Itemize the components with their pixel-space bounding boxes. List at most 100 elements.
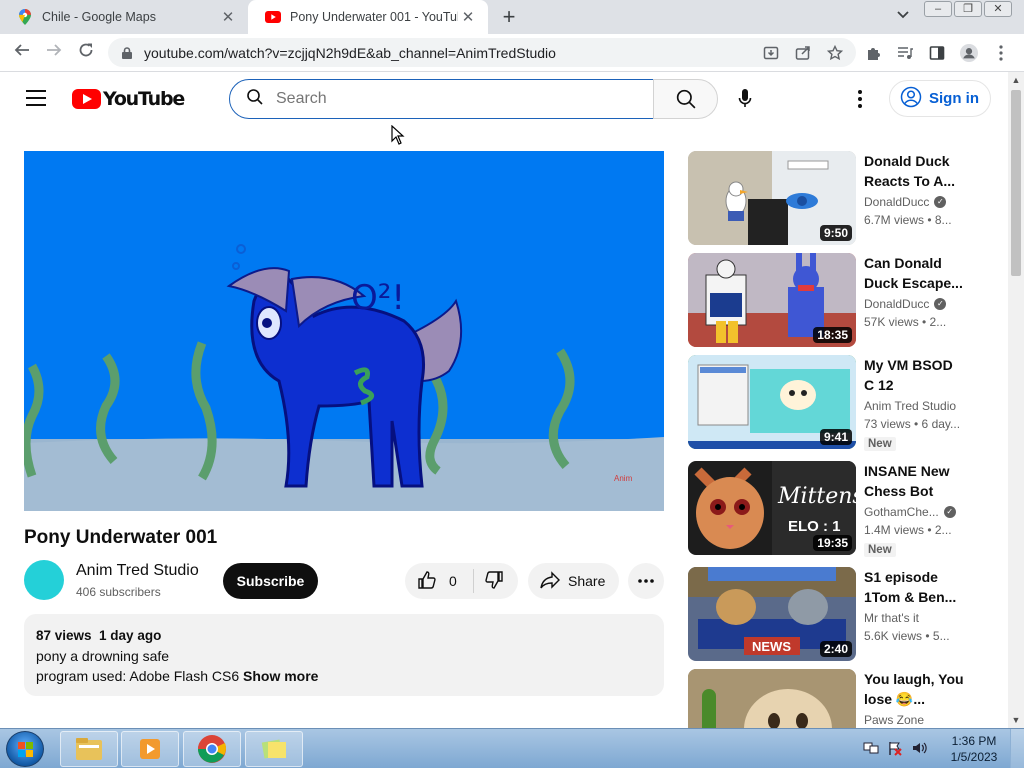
recommended-title[interactable]: Can Donald Duck Escape... (864, 253, 966, 293)
back-arrow-icon[interactable] (11, 42, 33, 62)
voice-search-microphone-icon[interactable] (729, 83, 761, 115)
recommended-channel[interactable]: Mr that's it (864, 611, 919, 625)
recommended-channel[interactable]: DonaldDucc ✓ (864, 297, 947, 311)
divider (472, 569, 474, 593)
video-thumbnail[interactable]: NEWS 2:40 (688, 567, 856, 661)
video-thumbnail[interactable]: Mittens ELO : 1 19:35 (688, 461, 856, 555)
video-frame-pony-underwater: Anim O²! (24, 151, 664, 511)
side-panel-icon[interactable] (928, 44, 946, 62)
action-center-flag-icon[interactable] (886, 739, 904, 757)
search-input[interactable] (276, 90, 616, 108)
search-box[interactable] (229, 79, 654, 119)
recommended-video[interactable]: You laugh, You lose 😂... Paws Zone (688, 669, 978, 728)
search-icon (246, 88, 264, 111)
thumbnail-text: Mittens (777, 484, 856, 509)
extensions-puzzle-icon[interactable] (864, 44, 882, 62)
recommended-meta: 6.7M views • 8... (864, 213, 952, 227)
channel-name-link[interactable]: Anim Tred Studio (76, 562, 199, 580)
share-page-icon[interactable] (794, 44, 812, 62)
tab-search-icon[interactable] (897, 8, 909, 22)
channel-name: GothamChe... (864, 505, 939, 519)
recommended-channel[interactable]: Anim Tred Studio (864, 399, 956, 413)
new-badge: New (864, 543, 896, 557)
settings-more-icon[interactable] (852, 87, 868, 111)
description-box[interactable]: 87 views 1 day ago pony a drowning safe … (24, 614, 664, 696)
video-player[interactable]: Anim O²! (24, 151, 664, 511)
channel-name: DonaldDucc (864, 195, 930, 209)
address-bar[interactable]: youtube.com/watch?v=zcjjqN2h9dE&ab_chann… (108, 38, 856, 67)
share-arrow-icon (540, 570, 560, 592)
volume-speaker-icon[interactable] (910, 739, 928, 757)
scrollbar-thumb[interactable] (1011, 90, 1021, 276)
start-button[interactable] (6, 731, 44, 767)
more-actions-button[interactable] (628, 563, 664, 599)
recommended-channel[interactable]: Paws Zone (864, 713, 924, 727)
like-count: 0 (449, 573, 457, 589)
subscriber-count: 406 subscribers (76, 585, 161, 599)
forward-arrow-icon[interactable] (43, 42, 65, 62)
media-queue-icon[interactable] (896, 44, 914, 62)
dislike-button[interactable] (484, 570, 504, 593)
system-clock[interactable]: 1:36 PM 1/5/2023 (946, 733, 1002, 765)
network-icon[interactable] (862, 739, 880, 757)
new-badge: New (864, 437, 896, 451)
recommended-title[interactable]: Donald Duck Reacts To A... (864, 151, 966, 191)
minimize-button[interactable]: – (924, 1, 952, 17)
video-thumbnail[interactable]: 9:50 (688, 151, 856, 245)
bookmark-star-icon[interactable] (826, 44, 844, 62)
scroll-up-arrow-icon[interactable]: ▲ (1008, 72, 1024, 88)
search-button[interactable] (653, 79, 718, 119)
close-window-button[interactable]: ✕ (984, 1, 1012, 17)
profile-avatar-icon[interactable] (960, 44, 978, 62)
recommended-video[interactable]: 9:41 My VM BSOD C 12 Anim Tred Studio 73… (688, 355, 978, 451)
scroll-down-arrow-icon[interactable]: ▼ (1008, 712, 1024, 728)
media-player-icon (140, 739, 160, 759)
verified-check-icon: ✓ (943, 506, 956, 518)
youtube-logo[interactable]: YouTube (72, 88, 185, 110)
recommended-title[interactable]: My VM BSOD C 12 (864, 355, 966, 395)
google-maps-icon (17, 9, 33, 25)
taskbar-file-explorer[interactable] (60, 731, 118, 767)
maximize-button[interactable]: ❐ (954, 1, 982, 17)
video-thumbnail[interactable]: 18:35 (688, 253, 856, 347)
tab-youtube[interactable]: Pony Underwater 001 - YouTube ✕ (248, 0, 488, 34)
subscribe-button[interactable]: Subscribe (223, 563, 318, 599)
recommended-channel[interactable]: DonaldDucc ✓ (864, 195, 947, 209)
recommended-video[interactable]: NEWS 2:40 S1 episode 1Tom & Ben... Mr th… (688, 567, 978, 663)
close-tab-icon[interactable]: ✕ (458, 8, 478, 26)
video-title: Pony Underwater 001 (24, 527, 218, 548)
recommended-channel[interactable]: GothamChe... ✓ (864, 505, 956, 519)
clock-date: 1/5/2023 (950, 750, 998, 764)
channel-name: Mr that's it (864, 611, 919, 625)
like-button[interactable] (417, 570, 437, 593)
chrome-menu-icon[interactable] (992, 44, 1010, 62)
reload-icon[interactable] (75, 42, 97, 62)
close-tab-icon[interactable]: ✕ (218, 8, 238, 26)
recommended-video[interactable]: 9:50 Donald Duck Reacts To A... DonaldDu… (688, 151, 978, 247)
recommended-meta: 5.6K views • 5... (864, 629, 950, 643)
taskbar-chrome[interactable] (183, 731, 241, 767)
windows-taskbar: 1:36 PM 1/5/2023 (0, 728, 1024, 768)
tab-google-maps[interactable]: Chile - Google Maps ✕ (0, 0, 248, 34)
show-desktop-button[interactable] (1010, 729, 1024, 768)
recommended-title[interactable]: You laugh, You lose 😂... (864, 669, 966, 709)
video-thumbnail[interactable] (688, 669, 856, 728)
new-tab-button[interactable]: + (498, 5, 520, 29)
recommended-video[interactable]: 18:35 Can Donald Duck Escape... DonaldDu… (688, 253, 978, 349)
youtube-play-logo-icon (72, 89, 101, 109)
taskbar-sticky-notes[interactable] (245, 731, 303, 767)
page-scrollbar[interactable]: ▲ ▼ (1008, 72, 1024, 728)
lock-icon[interactable] (120, 46, 134, 59)
share-button[interactable]: Share (528, 563, 619, 599)
taskbar-media-player[interactable] (121, 731, 179, 767)
recommended-title[interactable]: S1 episode 1Tom & Ben... (864, 567, 966, 607)
video-thumbnail[interactable]: 9:41 (688, 355, 856, 449)
video-duration: 2:40 (819, 641, 852, 657)
channel-avatar[interactable] (24, 560, 64, 600)
recommended-title[interactable]: INSANE New Chess Bot (864, 461, 966, 501)
show-more-link[interactable]: Show more (243, 668, 318, 684)
menu-hamburger-icon[interactable] (26, 90, 46, 106)
install-app-icon[interactable] (762, 44, 780, 62)
recommended-video[interactable]: Mittens ELO : 1 19:35 INSANE New Chess B… (688, 461, 978, 557)
sign-in-button[interactable]: Sign in (889, 80, 991, 117)
